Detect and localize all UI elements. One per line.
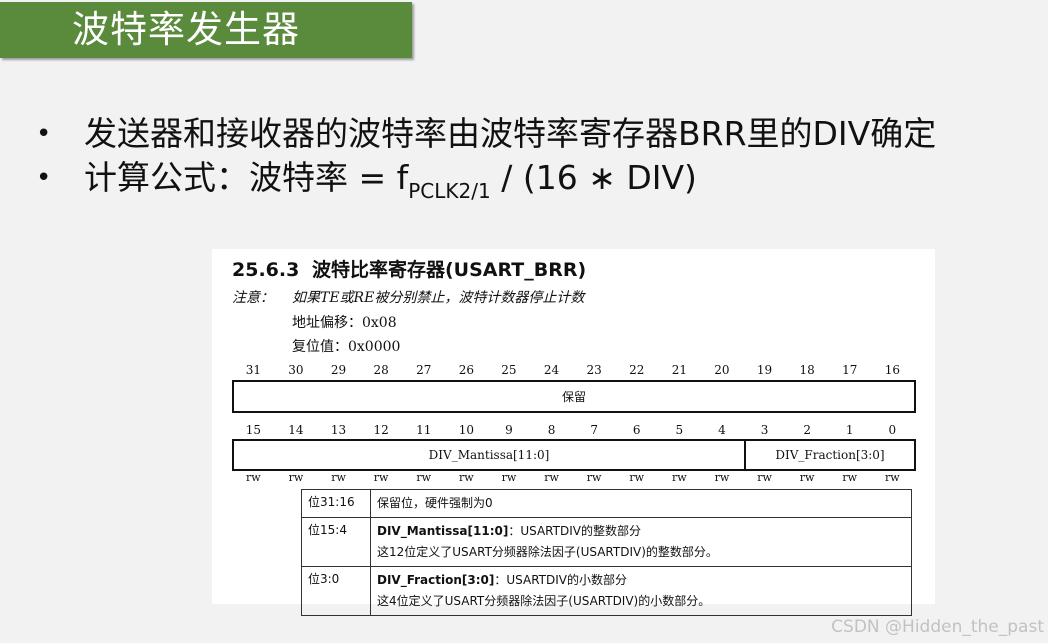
section-heading: 25.6.3 波特比率寄存器(USART_BRR) bbox=[232, 255, 586, 282]
bit-number: 8 bbox=[547, 423, 556, 437]
access-type: rw bbox=[544, 471, 559, 484]
formula-subscript: PCLK2/1 bbox=[408, 179, 491, 203]
register-doc-image: 25.6.3 波特比率寄存器(USART_BRR) 注意： 如果TE或RE被分别禁止… bbox=[212, 249, 935, 616]
bit-number: 18 bbox=[799, 363, 815, 377]
access-type: rw bbox=[842, 471, 858, 484]
field-heading: DIV_Fraction[3:0]：USARTDIV的小数部分 bbox=[377, 570, 905, 591]
access-type: rw bbox=[416, 471, 432, 484]
bit-number: 24 bbox=[543, 363, 560, 377]
bit-number: 3 bbox=[760, 423, 769, 437]
bit-description: DIV_Mantissa[11:0]：USARTDIV的整数部分 这12位定义了… bbox=[370, 517, 912, 567]
bit-number: 29 bbox=[330, 363, 347, 377]
bit-number: 1 bbox=[845, 423, 854, 437]
note-text: 如果TE或RE被分别禁止，波特计数器停止计数 bbox=[292, 290, 585, 306]
bit-number: 5 bbox=[675, 423, 684, 437]
bit-number: 25 bbox=[501, 363, 517, 377]
field-name: DIV_Fraction[3:0] bbox=[377, 573, 495, 587]
bit-number: 13 bbox=[330, 423, 347, 437]
bit-description-table: 位31:16 保留位，硬件强制为0 位15:4 DIV_Mantissa[11:… bbox=[301, 489, 912, 616]
field-summary: ：USARTDIV的整数部分 bbox=[508, 524, 641, 538]
bit-number: 17 bbox=[842, 363, 858, 377]
formula-prefix: 计算公式：波特率 = f bbox=[84, 158, 409, 197]
bullet-dot: • bbox=[36, 163, 52, 193]
bullet-item-1: • 发送器和接收器的波特率由波特率寄存器BRR里的DIV确定 bbox=[36, 112, 936, 156]
bit-number: 26 bbox=[458, 363, 474, 377]
description-line: 这12位定义了USART分频器除法因子(USARTDIV)的整数部分。 bbox=[377, 545, 718, 559]
formula-suffix: / (16 ∗ DIV) bbox=[490, 158, 697, 197]
bit-range: 位15:4 bbox=[301, 517, 371, 567]
watermark: CSDN @Hidden_the_past bbox=[831, 617, 1044, 637]
bit-number: 7 bbox=[590, 423, 598, 437]
bit-number: 2 bbox=[803, 423, 811, 437]
bit-number: 20 bbox=[714, 363, 730, 377]
bit-number: 22 bbox=[629, 363, 645, 377]
register-low-box: DIV_Mantissa[11:0] DIV_Fraction[3:0] bbox=[232, 439, 916, 471]
access-type: rw bbox=[714, 471, 730, 484]
bit-number: 6 bbox=[632, 423, 641, 437]
bit-number: 11 bbox=[416, 423, 432, 437]
table-row: 位31:16 保留位，硬件强制为0 bbox=[301, 489, 912, 518]
field-name: DIV_Mantissa[11:0] bbox=[377, 524, 509, 538]
access-type: rw bbox=[799, 471, 815, 484]
access-type: rw bbox=[373, 471, 389, 484]
bit-number: 21 bbox=[671, 363, 687, 377]
description-line: 保留位，硬件强制为0 bbox=[377, 496, 493, 510]
fraction-field: DIV_Fraction[3:0] bbox=[775, 448, 885, 462]
reset-value: 复位值：0x0000 bbox=[292, 339, 401, 355]
access-type: rw bbox=[501, 471, 517, 484]
bit-number: 0 bbox=[888, 423, 897, 437]
bit-number: 16 bbox=[884, 363, 900, 377]
table-row: 位3:0 DIV_Fraction[3:0]：USARTDIV的小数部分 这4位… bbox=[301, 566, 912, 616]
access-type: rw bbox=[288, 471, 304, 484]
mantissa-field: DIV_Mantissa[11:0] bbox=[234, 441, 746, 469]
bit-description: 保留位，硬件强制为0 bbox=[370, 489, 912, 518]
bit-numbers-low: 15 14 13 12 11 10 9 8 7 6 5 4 3 2 1 0 bbox=[232, 423, 915, 439]
section-title: 波特比率寄存器(USART_BRR) bbox=[312, 259, 587, 281]
access-type: rw bbox=[757, 471, 772, 484]
bullet-item-2: • 计算公式：波特率 = fPCLK2/1 / (16 ∗ DIV) bbox=[36, 156, 936, 203]
access-row: rw rw rw rw rw rw rw rw rw rw rw rw rw rw rw rw bbox=[232, 471, 915, 485]
field-summary: ：USARTDIV的小数部分 bbox=[494, 573, 627, 587]
bit-range: 位31:16 bbox=[301, 489, 371, 518]
slide-title: 波特率发生器 bbox=[72, 8, 300, 51]
section-number: 25.6.3 bbox=[232, 259, 300, 281]
note: 注意： 如果TE或RE被分别禁止，波特计数器停止计数 bbox=[232, 287, 584, 307]
field-heading: DIV_Mantissa[11:0]：USARTDIV的整数部分 bbox=[377, 521, 905, 542]
bit-number: 14 bbox=[288, 423, 304, 437]
access-type: rw bbox=[331, 471, 346, 484]
access-type: rw bbox=[459, 471, 474, 484]
bullet-text-1: 发送器和接收器的波特率由波特率寄存器BRR里的DIV确定 bbox=[84, 114, 937, 153]
bit-number: 4 bbox=[718, 423, 726, 437]
bit-description: DIV_Fraction[3:0]：USARTDIV的小数部分 这4位定义了US… bbox=[370, 566, 912, 616]
bit-number: 28 bbox=[373, 363, 389, 377]
note-label: 注意： bbox=[232, 290, 274, 306]
access-type: rw bbox=[672, 471, 687, 484]
title-banner: 波特率发生器 bbox=[0, 2, 412, 58]
bit-number: 9 bbox=[505, 423, 513, 437]
bit-number: 23 bbox=[586, 363, 602, 377]
reserved-field: 保留 bbox=[561, 390, 586, 404]
bit-number: 31 bbox=[245, 363, 261, 377]
register-high-box: 保留 bbox=[232, 380, 916, 413]
bit-number: 12 bbox=[373, 423, 389, 437]
table-row: 位15:4 DIV_Mantissa[11:0]：USARTDIV的整数部分 这… bbox=[301, 517, 912, 567]
access-type: rw bbox=[246, 471, 261, 484]
bullet-list: • 发送器和接收器的波特率由波特率寄存器BRR里的DIV确定 • 计算公式：波特率 … bbox=[36, 112, 936, 203]
bullet-dot: • bbox=[36, 119, 52, 149]
access-type: rw bbox=[586, 471, 602, 484]
access-type: rw bbox=[885, 471, 900, 484]
bit-range: 位3:0 bbox=[301, 566, 371, 616]
access-type: rw bbox=[629, 471, 645, 484]
bit-number: 10 bbox=[458, 423, 474, 437]
description-line: 这4位定义了USART分频器除法因子(USARTDIV)的小数部分。 bbox=[377, 594, 711, 608]
bit-number: 19 bbox=[756, 363, 773, 377]
bit-number: 27 bbox=[416, 363, 432, 377]
bit-numbers-high: 31 30 29 28 27 26 25 24 23 22 21 20 19 18 17 16 bbox=[232, 363, 915, 379]
address-offset: 地址偏移：0x08 bbox=[292, 315, 397, 331]
bit-number: 15 bbox=[245, 423, 261, 437]
bit-number: 30 bbox=[288, 363, 304, 377]
